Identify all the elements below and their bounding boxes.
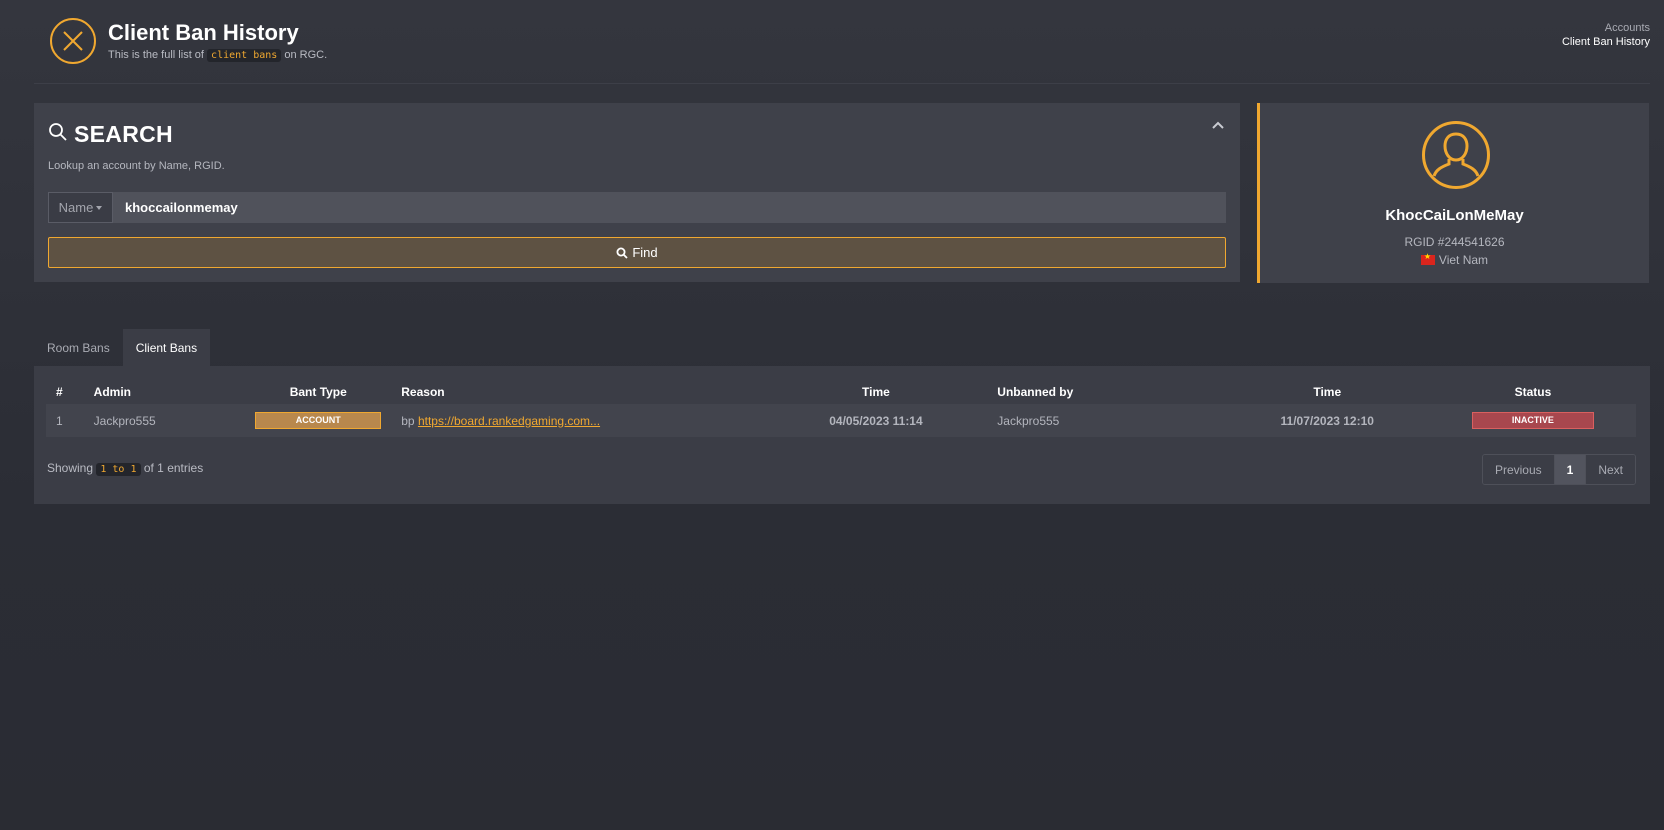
ban-type-badge: ACCOUNT [255,412,382,429]
subtitle-code: client bans [207,49,282,62]
find-button[interactable]: Find [48,237,1226,268]
page-header: Client Ban History This is the full list… [34,0,1650,84]
search-input-group: Name [48,192,1226,223]
col-status[interactable]: Status [1430,380,1636,404]
table-row: 1 Jackpro555 ACCOUNT bp https://board.ra… [46,404,1636,437]
vietnam-flag-icon [1420,252,1435,265]
bans-table-panel: # Admin Bant Type Reason Time Unbanned b… [34,366,1650,504]
avatar-icon [1422,121,1490,189]
col-unban-time[interactable]: Time [1225,380,1430,404]
tab-room-bans[interactable]: Room Bans [34,329,123,366]
col-unbanned-by[interactable]: Unbanned by [987,380,1224,404]
col-number[interactable]: # [46,380,84,404]
search-icon [48,122,68,147]
row-admin: Jackpro555 [83,404,246,437]
table-header-row: # Admin Bant Type Reason Time Unbanned b… [46,380,1636,404]
ban-icon [50,18,96,64]
status-badge: INACTIVE [1471,412,1594,429]
profile-rgid: RGID #244541626 [1404,235,1505,249]
row-status: INACTIVE [1429,404,1636,437]
row-reason: bp https://board.rankedgaming.com... [391,404,765,437]
row-ban-type: ACCOUNT [245,404,392,437]
profile-name: KhocCaiLonMeMay [1385,207,1524,224]
next-button[interactable]: Next [1585,455,1635,484]
country-name: Viet Nam [1438,253,1489,267]
previous-button[interactable]: Previous [1482,455,1554,484]
chevron-up-icon[interactable] [1210,117,1226,133]
subtitle-text: This is the full list of [108,49,204,61]
search-type-dropdown[interactable]: Name [48,192,113,223]
caret-down-icon [96,205,103,210]
row-time: 04/05/2023 11:14 [764,404,988,437]
col-reason[interactable]: Reason [391,380,764,404]
find-label: Find [632,245,658,260]
breadcrumb-current: Client Ban History [1561,36,1650,48]
profile-card: KhocCaiLonMeMay RGID #244541626 Viet Nam [1257,103,1649,283]
page-subtitle: This is the full list of client bans on … [108,49,328,62]
search-type-label: Name [58,200,94,215]
col-admin[interactable]: Admin [84,380,246,404]
col-ban-type[interactable]: Bant Type [245,380,391,404]
reason-link[interactable]: https://board.rankedgaming.com... [418,414,600,428]
row-number: 1 [46,404,84,437]
search-panel: SEARCH Lookup an account by Name, RGID. … [34,103,1240,282]
breadcrumb: Accounts Client Ban History [1562,21,1650,49]
search-title: SEARCH [74,121,173,147]
ban-tabs: Room Bans Client Bans [34,329,211,366]
showing-text: Showing [47,461,94,475]
search-help: Lookup an account by Name, RGID. [48,160,225,172]
col-time[interactable]: Time [765,380,988,404]
breadcrumb-accounts[interactable]: Accounts [1562,21,1650,35]
showing-total: of 1 entries [143,461,204,475]
search-icon [616,247,628,259]
row-unbanned-by: Jackpro555 [987,404,1225,437]
bans-table: # Admin Bant Type Reason Time Unbanned b… [46,380,1636,437]
pagination: Previous 1 Next [1481,454,1636,485]
row-unban-time: 11/07/2023 12:10 [1224,404,1430,437]
search-input[interactable] [113,192,1226,223]
reason-prefix: bp [401,413,415,428]
showing-range: 1 to 1 [96,463,141,476]
entries-info: Showing 1 to 1 of 1 entries [47,461,204,476]
search-header: SEARCH [48,121,173,148]
page-title: Client Ban History [108,20,299,45]
profile-country: Viet Nam [1260,252,1649,267]
tab-client-bans[interactable]: Client Bans [122,329,211,366]
subtitle-text-end: on RGC. [284,49,328,61]
page-1-button[interactable]: 1 [1553,455,1586,484]
